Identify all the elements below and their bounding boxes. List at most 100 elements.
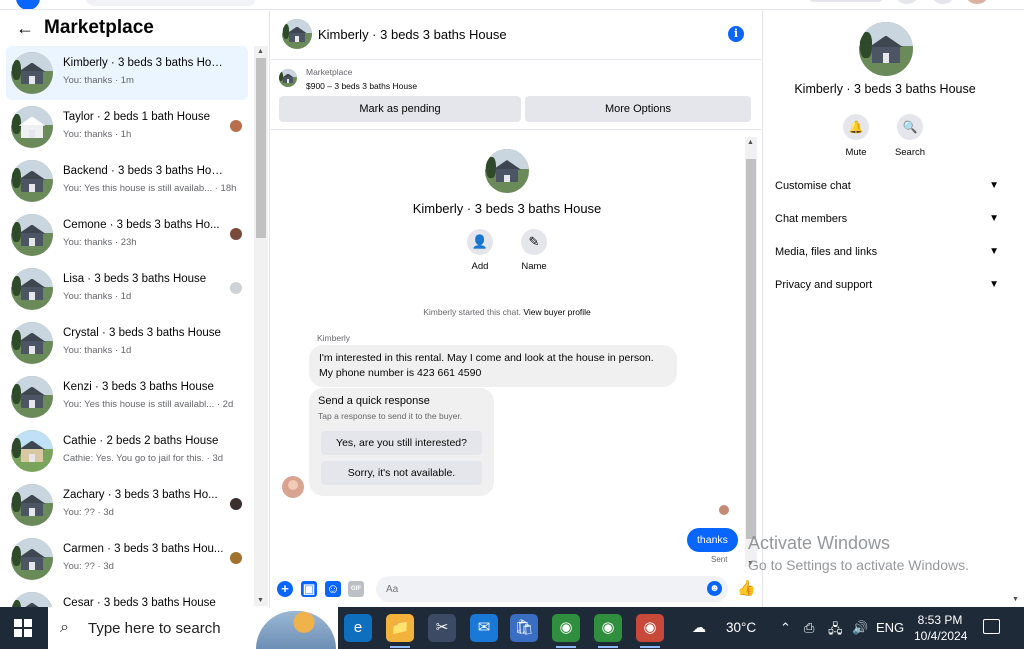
gif-icon[interactable]: GIF — [348, 581, 364, 597]
nav-pill[interactable] — [808, 0, 884, 2]
facebook-logo[interactable] — [16, 0, 40, 9]
default-user-icon — [230, 282, 242, 294]
conversation-list: Kimberly · 3 beds 3 baths House You: tha… — [6, 46, 248, 607]
chevron-up-icon[interactable]: ⌃ — [780, 620, 791, 636]
conversation-item-zachary[interactable]: Zachary · 3 beds 3 baths Ho... You: ?? ·… — [6, 478, 248, 532]
mute-action[interactable]: 🔔 Mute — [831, 114, 881, 158]
weather-icon[interactable]: ☁ — [692, 619, 706, 636]
windows-start-icon[interactable] — [14, 619, 32, 637]
search-icon[interactable]: 🔍 — [897, 114, 923, 140]
message-composer: + ▣ ☺ GIF ☻ 👍 — [271, 573, 761, 607]
thread-scrollbar[interactable]: ▲ ▼ — [745, 137, 757, 567]
conversation-item-cathie[interactable]: Cathie · 2 beds 2 baths House Cathie: Ye… — [6, 424, 248, 478]
taskbar-search-placeholder: Type here to search — [88, 620, 221, 637]
mark-pending-button[interactable]: Mark as pending — [279, 96, 521, 122]
scroll-up-icon[interactable]: ▲ — [747, 139, 754, 146]
temperature[interactable]: 30°C — [726, 620, 756, 635]
chrome-profile-2-icon[interactable]: ◉ — [594, 614, 622, 648]
conversation-item-backend[interactable]: Backend · 3 beds 3 baths House You: Yes … — [6, 154, 248, 208]
add-person-icon[interactable]: 👤 — [467, 229, 493, 255]
sticker-icon[interactable]: ☺ — [325, 581, 341, 597]
section-media-files-links[interactable]: Media, files and links ▼ — [775, 246, 999, 268]
language-indicator[interactable]: ENG — [876, 620, 904, 635]
house-avatar — [11, 160, 53, 202]
buyer-avatar[interactable] — [282, 476, 304, 498]
volume-icon[interactable]: 🔊 — [852, 620, 868, 636]
house-avatar — [11, 538, 53, 580]
outgoing-message: thanks — [687, 528, 738, 552]
menu-icon[interactable] — [896, 0, 918, 4]
listing-thumbnail[interactable] — [279, 69, 297, 87]
search-icon: ⌕ — [60, 619, 69, 636]
chevron-down-icon: ▼ — [989, 180, 999, 191]
name-action[interactable]: ✎ Name — [509, 229, 559, 272]
chat-house-avatar[interactable] — [282, 19, 312, 49]
chrome-profile-3-icon[interactable]: ◉ — [636, 614, 664, 648]
scroll-down-icon[interactable]: ▼ — [257, 597, 264, 604]
house-avatar — [11, 52, 53, 94]
conversation-item-kimberly[interactable]: Kimberly · 3 beds 3 baths House You: tha… — [6, 46, 248, 100]
conversation-name: Cemone · 3 beds 3 baths Ho... — [63, 219, 220, 231]
buyer-mini-avatar — [230, 498, 242, 510]
conversation-item-carmen[interactable]: Carmen · 3 beds 3 baths Hou... You: ?? ·… — [6, 532, 248, 586]
photo-icon[interactable]: ▣ — [301, 581, 317, 597]
conversation-item-cesar[interactable]: Cesar · 3 beds 3 baths House — [6, 586, 248, 607]
listing-price[interactable]: $900 – 3 beds 3 baths House — [306, 81, 417, 91]
chrome-profile-1-icon[interactable]: ◉ — [552, 614, 580, 648]
message-input[interactable] — [376, 576, 728, 602]
clock-time: 8:53 PM — [917, 613, 963, 627]
search-action[interactable]: 🔍 Search — [885, 114, 935, 158]
bell-icon[interactable]: 🔔 — [843, 114, 869, 140]
quick-response-yes-button[interactable]: Yes, are you still interested? — [321, 431, 482, 455]
chat-title[interactable]: Kimberly · 3 beds 3 baths House — [318, 27, 507, 42]
panel-title: Marketplace — [44, 17, 154, 38]
profile-avatar[interactable] — [966, 0, 988, 4]
conversation-item-taylor[interactable]: Taylor · 2 beds 1 bath House You: thanks… — [6, 100, 248, 154]
plus-icon[interactable]: + — [277, 581, 293, 597]
section-privacy-support[interactable]: Privacy and support ▼ — [775, 279, 999, 301]
house-avatar — [11, 430, 53, 472]
house-avatar — [11, 106, 53, 148]
microsoft-store-icon[interactable]: 🛍 — [510, 614, 538, 642]
facebook-search[interactable] — [86, 0, 256, 6]
conversation-item-lisa[interactable]: Lisa · 3 beds 3 baths House You: thanks … — [6, 262, 248, 316]
mail-icon[interactable]: ✉ — [470, 614, 498, 642]
edge-icon[interactable]: e — [344, 614, 372, 642]
thumbs-up-icon[interactable]: 👍 — [737, 579, 756, 597]
conversation-item-crystal[interactable]: Crystal · 3 beds 3 baths House You: than… — [6, 316, 248, 370]
add-action[interactable]: 👤 Add — [455, 229, 505, 272]
scrollbar-thumb[interactable] — [256, 58, 266, 238]
meet-now-icon[interactable]: ⎙ — [804, 620, 814, 636]
view-buyer-profile-link[interactable]: View buyer profile — [523, 307, 590, 317]
conversation-scrollbar[interactable]: ▲ ▼ — [254, 46, 268, 606]
conversation-preview: You: thanks · 1m — [63, 75, 134, 86]
section-customise-chat[interactable]: Customise chat ▼ — [775, 180, 999, 202]
scrollbar-thumb[interactable] — [746, 159, 756, 539]
pencil-icon[interactable]: ✎ — [521, 229, 547, 255]
more-options-button[interactable]: More Options — [525, 96, 751, 122]
quick-response-title: Send a quick response — [318, 395, 430, 407]
section-label: Privacy and support — [775, 279, 873, 291]
house-avatar — [11, 268, 53, 310]
notifications-icon[interactable] — [932, 0, 954, 4]
buyer-mini-avatar — [230, 228, 242, 240]
back-arrow-icon[interactable]: ← — [16, 18, 34, 39]
snipping-tool-icon[interactable]: ✂ — [428, 614, 456, 642]
chat-panel: Kimberly · 3 beds 3 baths House i Market… — [271, 10, 761, 607]
chevron-down-icon: ▼ — [989, 279, 999, 290]
taskbar-search-box[interactable]: ⌕ Type here to search — [48, 607, 338, 649]
conversation-item-kenzi[interactable]: Kenzi · 3 beds 3 baths House You: Yes th… — [6, 370, 248, 424]
emoji-icon[interactable]: ☻ — [707, 581, 722, 596]
watermark-subtitle: Go to Settings to activate Windows. — [748, 557, 969, 573]
page-scroll-down-icon[interactable]: ▼ — [1012, 596, 1019, 603]
section-chat-members[interactable]: Chat members ▼ — [775, 213, 999, 235]
notification-center-icon[interactable] — [983, 619, 1000, 634]
scroll-up-icon[interactable]: ▲ — [257, 48, 264, 55]
quick-response-no-button[interactable]: Sorry, it's not available. — [321, 461, 482, 485]
info-icon[interactable]: i — [728, 26, 744, 42]
clock[interactable]: 8:53 PM 10/4/2024 — [914, 612, 967, 644]
network-icon[interactable]: 🖧 — [828, 620, 843, 642]
file-explorer-icon[interactable]: 📁 — [386, 614, 414, 648]
search-label: Search — [894, 147, 926, 158]
conversation-item-cemone[interactable]: Cemone · 3 beds 3 baths Ho... You: thank… — [6, 208, 248, 262]
